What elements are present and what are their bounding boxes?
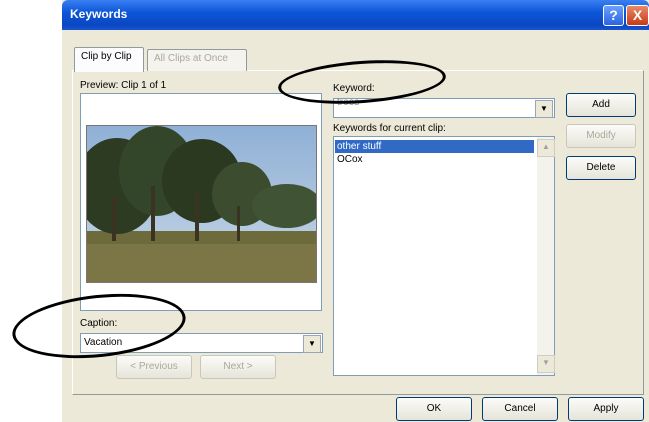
help-button[interactable]: ? — [603, 5, 624, 26]
list-item[interactable]: OCox — [335, 153, 534, 166]
dialog-title: Keywords — [70, 7, 128, 21]
chevron-down-icon[interactable]: ▼ — [535, 100, 553, 118]
list-item[interactable]: other stuff — [335, 140, 534, 153]
scroll-up-icon[interactable]: ▲ — [537, 139, 555, 157]
cancel-button[interactable]: Cancel — [482, 397, 558, 421]
landscape-photo-icon — [87, 126, 316, 282]
keywords-list-label: Keywords for current clip: — [333, 123, 446, 134]
listbox-scrollbar[interactable]: ▲ ▼ — [537, 137, 555, 375]
previous-button[interactable]: < Previous — [116, 355, 192, 379]
preview-label: Preview: Clip 1 of 1 — [80, 80, 167, 91]
clip-thumbnail — [86, 125, 317, 283]
ok-button[interactable]: OK — [396, 397, 472, 421]
scroll-down-icon[interactable]: ▼ — [537, 355, 555, 373]
chevron-down-icon[interactable]: ▼ — [303, 335, 321, 353]
close-button[interactable]: X — [626, 5, 649, 26]
tab-clip-by-clip[interactable]: Clip by Clip — [74, 47, 144, 72]
apply-button[interactable]: Apply — [568, 397, 644, 421]
tab-all-clips-at-once[interactable]: All Clips at Once — [147, 49, 247, 71]
add-button[interactable]: Add — [566, 93, 636, 117]
modify-button[interactable]: Modify — [566, 124, 636, 148]
next-button[interactable]: Next > — [200, 355, 276, 379]
title-bar[interactable] — [62, 0, 649, 30]
keywords-listbox[interactable]: other stuff OCox ▲ ▼ — [333, 136, 555, 376]
delete-button[interactable]: Delete — [566, 156, 636, 180]
